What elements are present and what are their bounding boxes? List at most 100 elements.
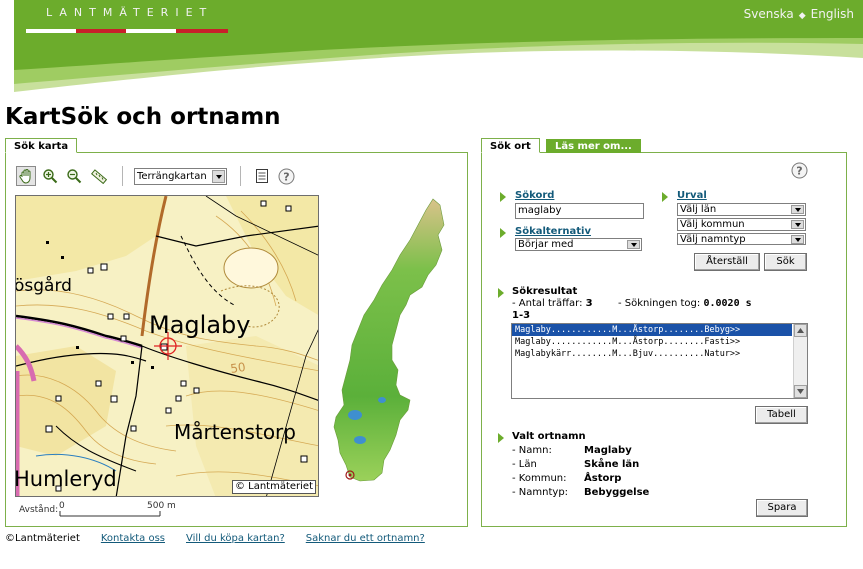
scale-bar: Avstånd: 0 500 m: [19, 501, 176, 517]
footer-copyright: ©Lantmäteriet: [5, 533, 80, 544]
footer-link-buy-map[interactable]: Vill du köpa kartan?: [186, 533, 285, 544]
search-word-input[interactable]: maglaby: [515, 203, 644, 219]
legend-button[interactable]: [252, 166, 272, 186]
zoom-in-button[interactable]: [40, 166, 60, 186]
result-row[interactable]: Maglaby............M...Åstorp........Fas…: [512, 336, 792, 348]
language-switch: Svenska ◆ English: [744, 7, 854, 21]
toolbar-divider: [240, 166, 241, 186]
detail-value: Bebyggelse: [584, 487, 650, 498]
search-option-value: Börjar med: [518, 239, 574, 250]
footer: ©Lantmäteriet Kontakta oss Vill du köpa …: [5, 533, 425, 544]
scroll-down-icon[interactable]: [794, 385, 807, 398]
results-hits-value: 3: [585, 298, 593, 309]
map-label-martenstorp: Mårtenstorp: [174, 420, 296, 444]
chevron-down-icon: [791, 205, 804, 214]
reset-button[interactable]: Återställ: [694, 253, 760, 271]
svg-text:?: ?: [796, 165, 802, 178]
chevron-down-icon: [791, 235, 804, 244]
results-range: 1-3: [512, 310, 531, 321]
selected-name-title: Valt ortnamn: [512, 431, 586, 442]
map-label-humleryd: Humleryd: [16, 467, 117, 491]
scale-end: 500 m: [147, 501, 176, 511]
bullet-arrow-icon: [498, 433, 504, 443]
results-list[interactable]: Maglaby............M...Åstorp........Beb…: [511, 323, 808, 399]
scale-label: Avstånd:: [19, 505, 59, 515]
brand-stripe: [26, 29, 228, 33]
toolbar-divider: [122, 166, 123, 186]
lang-separator-icon: ◆: [798, 11, 806, 21]
map-view[interactable]: ösgård Maglaby Mårtenstorp Humleryd 50 ©…: [15, 195, 319, 497]
save-button[interactable]: Spara: [756, 499, 808, 517]
county-select[interactable]: Välj län: [677, 203, 806, 216]
detail-value: Skåne län: [584, 459, 640, 470]
bullet-arrow-icon: [500, 228, 506, 238]
municipality-select[interactable]: Välj kommun: [677, 218, 806, 231]
search-button[interactable]: Sök: [764, 253, 807, 271]
municipality-value: Välj kommun: [680, 219, 745, 230]
results-hits-label: - Antal träffar:: [512, 298, 583, 309]
selection-label[interactable]: Urval: [677, 190, 707, 201]
name-type-select[interactable]: Välj namntyp: [677, 233, 806, 245]
topographic-map: ösgård Maglaby Mårtenstorp Humleryd 50: [16, 196, 318, 496]
detail-key: - Namn:: [512, 445, 552, 456]
zoom-out-button[interactable]: [64, 166, 84, 186]
county-value: Välj län: [680, 204, 717, 215]
map-contour-label: 50: [229, 360, 246, 376]
chevron-down-icon: [212, 170, 225, 183]
zoom-in-icon: [43, 169, 58, 184]
lang-english-link[interactable]: English: [811, 7, 854, 21]
detail-key: - Kommun:: [512, 473, 567, 484]
results-time: - Sökningen tog: 0.0020 s: [618, 298, 752, 309]
scroll-up-icon[interactable]: [794, 324, 807, 337]
tab-las-mer-om[interactable]: Läs mer om...: [546, 139, 641, 153]
pan-icon: [19, 169, 31, 184]
brand-logo-text: LANTMÄTERIET: [46, 6, 214, 19]
tab-sok-ort[interactable]: Sök ort: [481, 138, 540, 153]
help-button-search[interactable]: ?: [791, 162, 808, 182]
result-row[interactable]: Maglaby............M...Åstorp........Beb…: [512, 324, 792, 336]
chevron-down-icon: [627, 240, 640, 249]
lang-svenska-link[interactable]: Svenska: [744, 7, 794, 21]
footer-link-contact[interactable]: Kontakta oss: [101, 533, 165, 544]
results-time-value: 0.0020 s: [703, 298, 752, 309]
footer-link-missing-name[interactable]: Saknar du ett ortnamn?: [306, 533, 425, 544]
map-copyright: © Lantmäteriet: [231, 480, 316, 494]
scale-start: 0: [59, 501, 65, 511]
page-title: KartSök och ortnamn: [5, 104, 281, 130]
table-button[interactable]: Tabell: [755, 406, 808, 424]
chevron-down-icon: [791, 220, 804, 229]
results-hits: - Antal träffar: 3: [512, 298, 593, 309]
measure-button[interactable]: [89, 166, 109, 186]
legend-icon: [256, 169, 268, 183]
site-header: LANTMÄTERIET Svenska ◆ English: [0, 0, 863, 92]
result-row[interactable]: Maglabykärr........M...Bjuv..........Nat…: [512, 348, 792, 360]
detail-key: - Län: [512, 459, 537, 470]
tab-sok-karta[interactable]: Sök karta: [5, 138, 78, 153]
sweden-map: [333, 198, 445, 482]
results-scrollbar[interactable]: [793, 324, 807, 398]
help-button[interactable]: ?: [276, 166, 296, 186]
pan-tool-button[interactable]: [16, 166, 36, 186]
search-word-label[interactable]: Sökord: [515, 190, 554, 201]
bullet-arrow-icon: [500, 192, 506, 202]
map-label-osgard: ösgård: [16, 275, 72, 296]
results-title: Sökresultat: [512, 286, 578, 297]
search-option-select[interactable]: Börjar med: [515, 238, 642, 251]
results-time-label: - Sökningen tog:: [618, 298, 701, 309]
detail-key: - Namntyp:: [512, 487, 569, 498]
search-option-label[interactable]: Sökalternativ: [515, 226, 591, 237]
selected-name-details: - Namn: Maglaby - Län Skåne län - Kommun: Å…: [512, 444, 649, 500]
sweden-overview-map[interactable]: [330, 195, 445, 495]
svg-text:?: ?: [283, 170, 289, 183]
map-label-maglaby: Maglaby: [149, 311, 250, 339]
detail-value: Maglaby: [584, 445, 632, 456]
measure-icon: [91, 169, 107, 184]
detail-value: Åstorp: [584, 473, 622, 484]
help-icon: ?: [278, 168, 294, 184]
map-type-select[interactable]: Terrängkartan: [134, 168, 227, 185]
bullet-arrow-icon: [662, 192, 668, 202]
zoom-out-icon: [67, 169, 82, 184]
scale-ruler: [59, 511, 161, 517]
map-type-value: Terrängkartan: [137, 171, 207, 182]
help-icon: ?: [791, 162, 808, 179]
